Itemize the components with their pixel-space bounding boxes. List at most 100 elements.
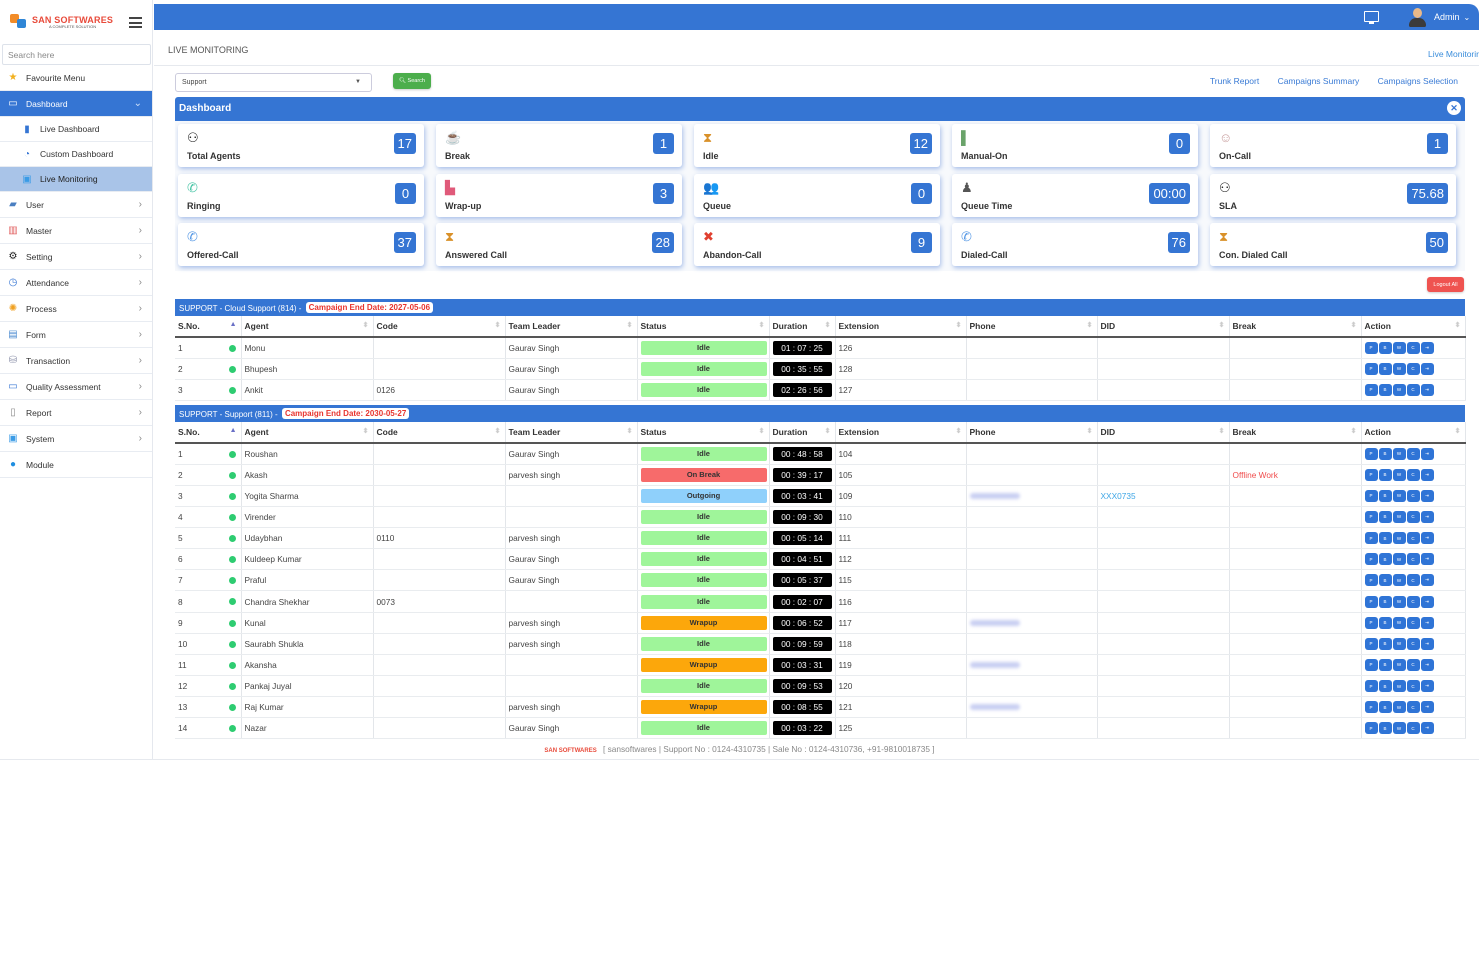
action-wrapup-button[interactable]: W (1392, 616, 1406, 629)
sidebar-item-report[interactable]: ▯ Report › (0, 400, 152, 426)
column-header-agent[interactable]: Agent ⬍ (241, 422, 374, 444)
logo[interactable]: SAN SOFTWARES A COMPLETE SOLUTION (0, 0, 152, 44)
action-wrapup-button[interactable]: W (1392, 362, 1406, 375)
action-wrapup-button[interactable]: W (1392, 447, 1406, 460)
action-break-button[interactable]: B (1378, 595, 1392, 608)
action-logout-button[interactable]: ⇥ (1420, 468, 1434, 481)
stat-card-abandon-call[interactable]: ✖ Abandon-Call 9 (694, 223, 940, 266)
action-wrapup-button[interactable]: W (1392, 658, 1406, 671)
action-logout-button[interactable]: ⇥ (1420, 574, 1434, 587)
stat-card-on-call[interactable]: ☺ On-Call 1 (1210, 124, 1456, 167)
menu-toggle-icon[interactable] (129, 17, 142, 28)
action-break-button[interactable]: B (1378, 383, 1392, 396)
stat-card-break[interactable]: ☕ Break 1 (436, 124, 682, 167)
stat-card-sla[interactable]: ⚇ SLA 75.68 (1210, 174, 1456, 217)
column-header-s-no-[interactable]: S.No. ▲ (175, 422, 242, 444)
action-pause-button[interactable]: P (1364, 616, 1378, 629)
column-header-did[interactable]: DID ⬍ (1097, 316, 1230, 338)
action-pause-button[interactable]: P (1364, 701, 1378, 714)
action-call-button[interactable]: C (1406, 701, 1420, 714)
column-header-break[interactable]: Break ⬍ (1229, 316, 1362, 338)
action-pause-button[interactable]: P (1364, 532, 1378, 545)
action-call-button[interactable]: C (1406, 722, 1420, 735)
stat-card-total-agents[interactable]: ⚇ Total Agents 17 (178, 124, 424, 167)
avatar[interactable] (1408, 7, 1426, 27)
column-header-did[interactable]: DID ⬍ (1097, 422, 1230, 444)
action-call-button[interactable]: C (1406, 658, 1420, 671)
action-pause-button[interactable]: P (1364, 658, 1378, 671)
action-break-button[interactable]: B (1378, 489, 1392, 502)
action-call-button[interactable]: C (1406, 341, 1420, 354)
action-logout-button[interactable]: ⇥ (1420, 341, 1434, 354)
action-call-button[interactable]: C (1406, 637, 1420, 650)
action-call-button[interactable]: C (1406, 616, 1420, 629)
action-call-button[interactable]: C (1406, 383, 1420, 396)
action-break-button[interactable]: B (1378, 574, 1392, 587)
trunk-report-link[interactable]: Trunk Report (1210, 76, 1259, 86)
action-call-button[interactable]: C (1406, 553, 1420, 566)
sidebar-item-system[interactable]: ▣ System › (0, 426, 152, 452)
action-logout-button[interactable]: ⇥ (1420, 680, 1434, 693)
action-call-button[interactable]: C (1406, 510, 1420, 523)
action-logout-button[interactable]: ⇥ (1420, 553, 1434, 566)
action-pause-button[interactable]: P (1364, 362, 1378, 375)
action-break-button[interactable]: B (1378, 680, 1392, 693)
sidebar-item-live-monitoring[interactable]: ▣ Live Monitoring (0, 167, 152, 192)
campaigns-selection-link[interactable]: Campaigns Selection (1378, 76, 1458, 86)
sidebar-item-custom-dashboard[interactable]: ◔ Custom Dashboard (0, 142, 152, 167)
action-wrapup-button[interactable]: W (1392, 637, 1406, 650)
action-logout-button[interactable]: ⇥ (1420, 637, 1434, 650)
column-header-status[interactable]: Status ⬍ (637, 422, 770, 444)
action-break-button[interactable]: B (1378, 701, 1392, 714)
action-wrapup-button[interactable]: W (1392, 532, 1406, 545)
action-wrapup-button[interactable]: W (1392, 680, 1406, 693)
column-header-code[interactable]: Code ⬍ (373, 316, 506, 338)
action-break-button[interactable]: B (1378, 510, 1392, 523)
action-logout-button[interactable]: ⇥ (1420, 658, 1434, 671)
action-logout-button[interactable]: ⇥ (1420, 489, 1434, 502)
campaign-select[interactable]: Support ▼ (175, 73, 372, 92)
action-pause-button[interactable]: P (1364, 341, 1378, 354)
action-call-button[interactable]: C (1406, 574, 1420, 587)
action-call-button[interactable]: C (1406, 532, 1420, 545)
sidebar-search-input[interactable]: Search here (2, 44, 151, 65)
action-pause-button[interactable]: P (1364, 383, 1378, 396)
sidebar-item-form[interactable]: ▤ Form › (0, 322, 152, 348)
action-wrapup-button[interactable]: W (1392, 383, 1406, 396)
campaigns-summary-link[interactable]: Campaigns Summary (1278, 76, 1360, 86)
stat-card-offered-call[interactable]: ✆ Offered-Call 37 (178, 223, 424, 266)
column-header-extension[interactable]: Extension ⬍ (835, 316, 967, 338)
action-wrapup-button[interactable]: W (1392, 489, 1406, 502)
action-logout-button[interactable]: ⇥ (1420, 447, 1434, 460)
action-break-button[interactable]: B (1378, 637, 1392, 650)
action-logout-button[interactable]: ⇥ (1420, 510, 1434, 523)
action-pause-button[interactable]: P (1364, 722, 1378, 735)
sidebar-item-setting[interactable]: ⚙ Setting › (0, 244, 152, 270)
sidebar-item-favourite-menu[interactable]: ★ Favourite Menu (0, 65, 152, 91)
action-call-button[interactable]: C (1406, 447, 1420, 460)
action-pause-button[interactable]: P (1364, 574, 1378, 587)
user-menu[interactable]: Admin ⌄ (1434, 12, 1470, 22)
action-pause-button[interactable]: P (1364, 468, 1378, 481)
sidebar-item-live-dashboard[interactable]: ▮ Live Dashboard (0, 117, 152, 142)
action-wrapup-button[interactable]: W (1392, 510, 1406, 523)
column-header-phone[interactable]: Phone ⬍ (966, 422, 1098, 444)
sidebar-item-user[interactable]: ▰ User › (0, 192, 152, 218)
sidebar-item-module[interactable]: ● Module (0, 452, 152, 478)
close-icon[interactable]: ✕ (1447, 101, 1461, 115)
action-logout-button[interactable]: ⇥ (1420, 532, 1434, 545)
search-button[interactable]: 🔍︎ Search (393, 73, 431, 89)
action-call-button[interactable]: C (1406, 595, 1420, 608)
action-break-button[interactable]: B (1378, 722, 1392, 735)
stat-card-con-dialed-call[interactable]: ⧗ Con. Dialed Call 50 (1210, 223, 1456, 266)
action-break-button[interactable]: B (1378, 532, 1392, 545)
column-header-code[interactable]: Code ⬍ (373, 422, 506, 444)
action-pause-button[interactable]: P (1364, 510, 1378, 523)
action-logout-button[interactable]: ⇥ (1420, 362, 1434, 375)
column-header-duration[interactable]: Duration ⬍ (769, 316, 836, 338)
logout-all-button[interactable]: Logout All (1427, 277, 1464, 292)
action-wrapup-button[interactable]: W (1392, 468, 1406, 481)
action-logout-button[interactable]: ⇥ (1420, 701, 1434, 714)
stat-card-ringing[interactable]: ✆ Ringing 0 (178, 174, 424, 217)
action-break-button[interactable]: B (1378, 447, 1392, 460)
